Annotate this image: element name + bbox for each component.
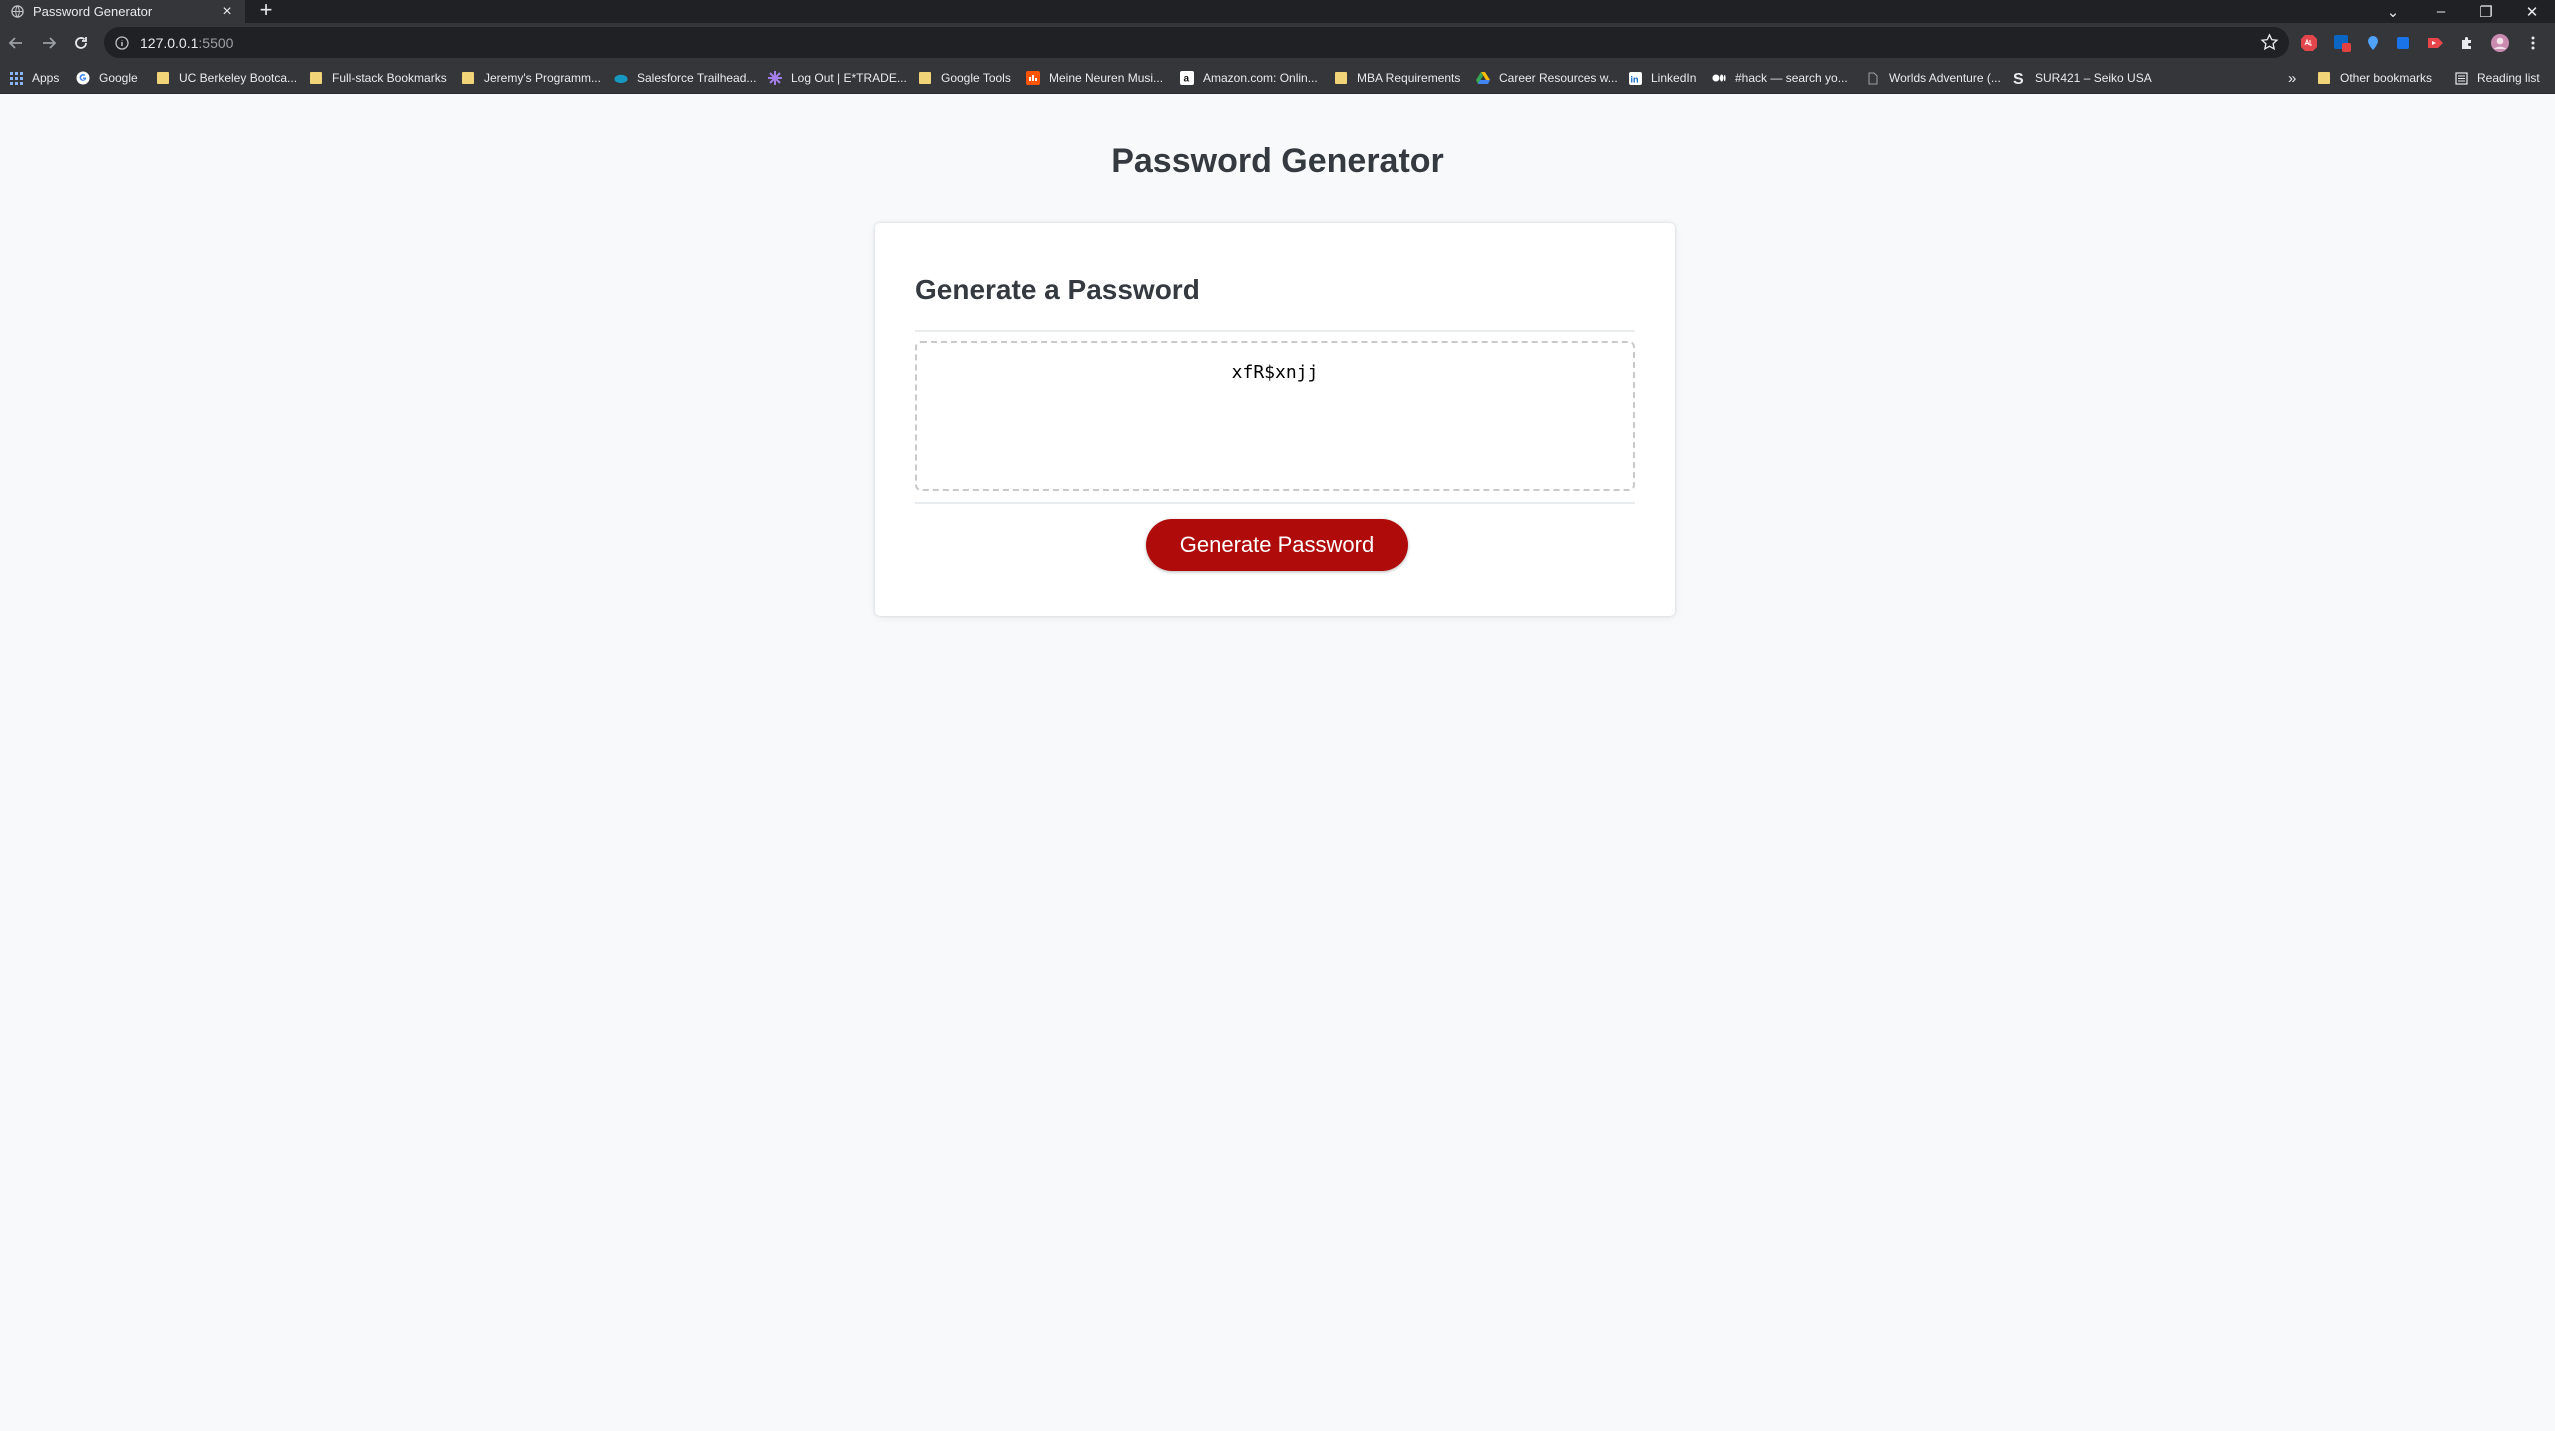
reload-icon: [75, 37, 87, 49]
folder-icon: [1334, 71, 1348, 85]
medium-icon: [1712, 71, 1726, 85]
card-heading: Generate a Password: [915, 274, 1200, 305]
bookmarks-overflow-button[interactable]: »: [2288, 62, 2296, 94]
bookmark-label: Other bookmarks: [2340, 71, 2433, 85]
salesforce-icon: [614, 71, 628, 85]
bookmark-label: Google: [99, 71, 138, 85]
folder-icon: [2317, 71, 2331, 85]
bookmark-folder-mba[interactable]: MBA Requirements: [1334, 62, 1460, 94]
tab-strip: Password Generator × + ⌄ – ❐ ✕: [0, 0, 2555, 23]
bookmark-google[interactable]: Google: [76, 62, 138, 94]
bookmark-career-resources[interactable]: Career Resources w...: [1476, 62, 1618, 94]
bookmark-label: Jeremy's Programm...: [484, 71, 601, 85]
etrade-icon: [768, 71, 782, 85]
browser-tab[interactable]: Password Generator ×: [0, 0, 245, 23]
seiko-icon: S: [2012, 71, 2026, 85]
bookmark-worlds-adventure[interactable]: Worlds Adventure (...: [1866, 62, 2001, 94]
folder-icon: [309, 71, 323, 85]
bookmark-amazon[interactable]: a Amazon.com: Onlin...: [1180, 62, 1318, 94]
address-bar[interactable]: 127.0.0.1 :5500: [104, 27, 2289, 58]
bookmark-folder-google-tools[interactable]: Google Tools: [918, 62, 1011, 94]
bookmark-label: LinkedIn: [1651, 71, 1697, 85]
bookmark-label: Worlds Adventure (...: [1889, 71, 2001, 85]
linkedin-extension-icon[interactable]: [2331, 32, 2353, 54]
browser-toolbar: 127.0.0.1 :5500: [0, 23, 2555, 62]
bookmark-music[interactable]: Meine Neuren Musi...: [1026, 62, 1163, 94]
bookmark-extension-icon[interactable]: [2392, 32, 2414, 54]
bookmark-label: Apps: [32, 71, 60, 85]
folder-icon: [918, 71, 932, 85]
bookmark-label: UC Berkeley Bootca...: [179, 71, 298, 85]
bookmark-other-bookmarks[interactable]: Other bookmarks: [2317, 62, 2432, 94]
bookmark-star-icon[interactable]: [2260, 33, 2279, 52]
globe-icon: [10, 5, 24, 19]
tab-title: Password Generator: [33, 4, 153, 19]
forward-button[interactable]: [38, 32, 60, 54]
pin-extension-icon[interactable]: [2362, 32, 2384, 54]
adblock-extension-icon[interactable]: [2298, 32, 2320, 54]
url-port: :5500: [198, 34, 234, 51]
amazon-icon: a: [1180, 71, 1194, 85]
drive-icon: [1476, 71, 1490, 85]
google-icon: [76, 71, 90, 85]
bookmark-label: Full-stack Bookmarks: [332, 71, 447, 85]
back-button[interactable]: [5, 32, 27, 54]
bookmark-label: Reading list: [2477, 71, 2540, 85]
bookmark-folder-uc-berkeley[interactable]: UC Berkeley Bootca...: [156, 62, 297, 94]
bookmark-salesforce[interactable]: Salesforce Trailhead...: [614, 62, 756, 94]
minimize-button[interactable]: –: [2421, 0, 2461, 23]
profile-avatar[interactable]: [2489, 32, 2511, 54]
bookmark-label: MBA Requirements: [1357, 71, 1461, 85]
folder-icon: [461, 71, 475, 85]
password-textarea[interactable]: xfR$xnjj: [915, 341, 1635, 491]
url-host: 127.0.0.1: [140, 34, 199, 51]
reading-list-button[interactable]: Reading list: [2454, 62, 2540, 94]
music-icon: [1026, 71, 1040, 85]
bookmark-label: Career Resources w...: [1499, 71, 1618, 85]
bookmark-label: Salesforce Trailhead...: [637, 71, 757, 85]
extensions-puzzle-icon[interactable]: [2456, 32, 2478, 54]
bookmark-label: SUR421 – Seiko USA: [2035, 71, 2152, 85]
bookmark-linkedin[interactable]: in LinkedIn: [1628, 62, 1696, 94]
arrow-right-icon: [43, 37, 57, 49]
bookmark-label: Amazon.com: Onlin...: [1203, 71, 1318, 85]
card-divider: [915, 330, 1635, 332]
arrow-left-icon: [8, 37, 22, 49]
generate-password-button[interactable]: Generate Password: [1146, 519, 1408, 571]
info-icon[interactable]: [114, 35, 130, 51]
apps-grid-icon: [9, 71, 23, 85]
bookmark-etrade[interactable]: Log Out | E*TRADE...: [768, 62, 907, 94]
close-window-button[interactable]: ✕: [2512, 0, 2552, 23]
bookmark-hack[interactable]: #hack — search yo...: [1712, 62, 1848, 94]
folder-icon: [156, 71, 170, 85]
card-divider: [915, 502, 1635, 504]
bookmark-folder-full-stack[interactable]: Full-stack Bookmarks: [309, 62, 447, 94]
bookmark-label: Google Tools: [941, 71, 1011, 85]
page-icon: [1866, 71, 1880, 85]
linkedin-icon: in: [1628, 71, 1642, 85]
svg-text:S: S: [2013, 71, 2024, 85]
svg-text:a: a: [1184, 74, 1190, 85]
bookmark-seiko[interactable]: S SUR421 – Seiko USA: [2012, 62, 2152, 94]
bookmark-apps[interactable]: Apps: [9, 62, 59, 94]
chrome-menu-icon[interactable]: [2522, 32, 2544, 54]
tab-close-icon[interactable]: ×: [219, 3, 235, 20]
restore-button[interactable]: ❐: [2466, 0, 2506, 23]
screencast-extension-icon[interactable]: [2424, 32, 2446, 54]
reading-list-icon: [2454, 71, 2468, 85]
bookmarks-bar: Apps Google UC Berkeley Bootca... Full-s…: [0, 62, 2555, 94]
bookmark-label: Meine Neuren Musi...: [1049, 71, 1164, 85]
new-tab-button[interactable]: +: [256, 0, 276, 23]
bookmark-folder-jeremys[interactable]: Jeremy's Programm...: [461, 62, 601, 94]
bookmark-label: Log Out | E*TRADE...: [791, 71, 907, 85]
tab-search-icon[interactable]: ⌄: [2373, 0, 2413, 23]
reload-button[interactable]: [70, 32, 92, 54]
page-title: Password Generator: [1111, 142, 1444, 180]
bookmark-label: #hack — search yo...: [1735, 71, 1848, 85]
password-card: Generate a Password xfR$xnjj Generate Pa…: [875, 223, 1675, 616]
svg-text:in: in: [1630, 74, 1638, 84]
